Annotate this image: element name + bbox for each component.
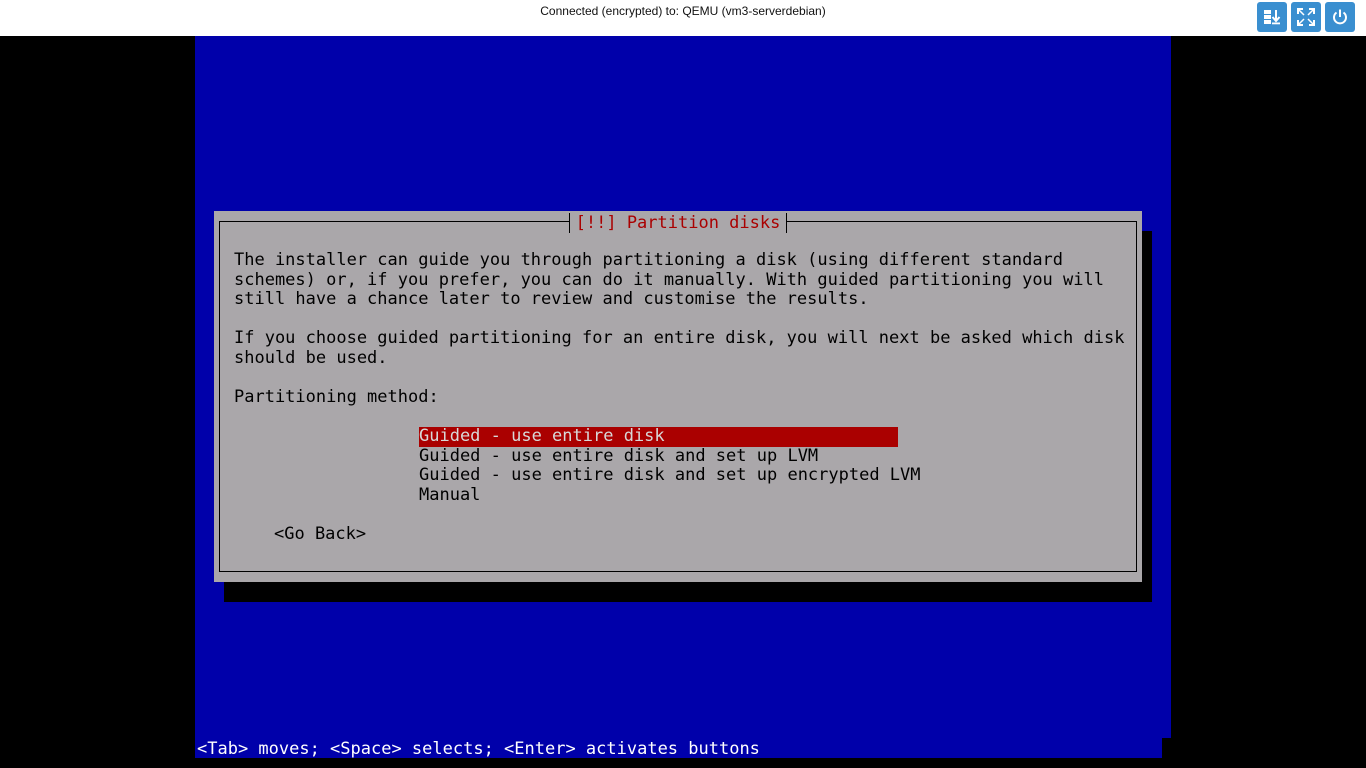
option-guided-encrypted-lvm[interactable]: Guided - use entire disk and set up encr… <box>419 465 921 486</box>
dialog-description: The installer can guide you through part… <box>234 250 1104 310</box>
fullscreen-icon <box>1296 7 1316 27</box>
dialog-description-disk: If you choose guided partitioning for an… <box>234 328 1125 368</box>
partitioning-method-label: Partitioning method: <box>234 387 439 407</box>
download-icon <box>1262 7 1282 27</box>
download-button[interactable] <box>1257 2 1287 32</box>
vnc-topbar: Connected (encrypted) to: QEMU (vm3-serv… <box>0 0 1366 36</box>
option-guided-entire-disk[interactable]: Guided - use entire disk <box>419 426 898 447</box>
go-back-button[interactable]: <Go Back> <box>274 524 366 545</box>
connection-title: Connected (encrypted) to: QEMU (vm3-serv… <box>540 4 826 18</box>
fullscreen-button[interactable] <box>1291 2 1321 32</box>
dialog-title-text: [!!] Partition disks <box>568 213 788 233</box>
option-guided-lvm[interactable]: Guided - use entire disk and set up LVM <box>419 446 818 467</box>
option-manual[interactable]: Manual <box>419 485 480 506</box>
power-button[interactable] <box>1325 2 1355 32</box>
keyboard-hint: <Tab> moves; <Space> selects; <Enter> ac… <box>197 739 760 759</box>
screen-corner <box>1162 738 1171 758</box>
power-icon <box>1330 7 1350 27</box>
dialog-title: [!!] Partition disks <box>220 213 1136 233</box>
